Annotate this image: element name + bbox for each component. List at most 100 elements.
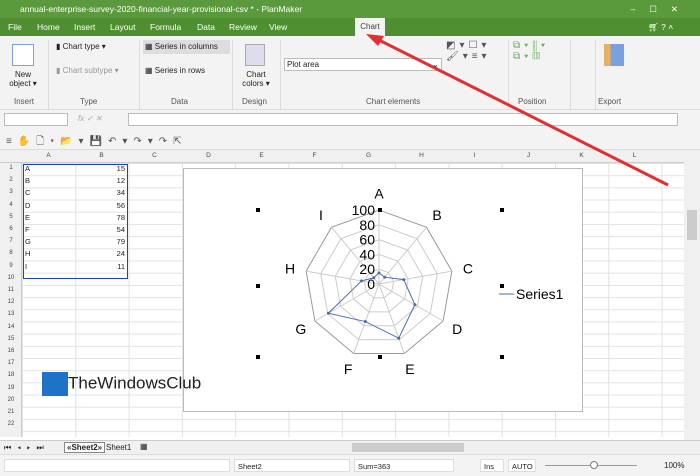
chart-type-button[interactable]: ▮ Chart type ▾ [56, 42, 106, 51]
chart-colors-icon [245, 44, 265, 66]
row-header[interactable]: 22 [0, 421, 22, 427]
formula-input[interactable] [128, 113, 678, 126]
sheet-nav-buttons[interactable]: ⏮◂▸⏭ [4, 443, 50, 453]
vertical-scrollbar[interactable] [684, 150, 700, 440]
status-auto[interactable]: AUTO [508, 459, 536, 472]
menu-formula[interactable]: Formula [150, 22, 181, 32]
data-point [363, 320, 367, 324]
tick-label: 20 [359, 261, 375, 277]
menu-layout[interactable]: Layout [110, 22, 136, 32]
row-header[interactable]: 3 [0, 189, 22, 195]
menu-file[interactable]: File [8, 22, 22, 32]
zoom-level[interactable]: 100% [664, 461, 684, 470]
col-header[interactable]: E [235, 152, 288, 159]
row-header[interactable]: 16 [0, 348, 22, 354]
toolbar-icons[interactable]: ≡✋🗋▾📂▾💾↶▾↷▾↷⇱ [6, 134, 188, 151]
row-header[interactable]: 2 [0, 177, 22, 183]
radar-chart[interactable]: A B C D E F G H I 0 20 40 60 80 100 Series1 [183, 168, 583, 412]
name-box[interactable] [4, 113, 68, 126]
chart-subtype-button[interactable]: ▮ Chart subtype ▾ [56, 66, 119, 75]
category-label: H [285, 260, 295, 276]
menu-bar: File Home Insert Layout Formula Data Rev… [0, 18, 700, 36]
ribbon-separator [280, 40, 281, 110]
sheet-tab-sheet2[interactable]: «Sheet2» [64, 442, 106, 453]
sheet-tab-sheet1[interactable]: Sheet1 [106, 443, 131, 452]
col-header[interactable]: L [608, 152, 661, 159]
export-icon[interactable] [604, 44, 624, 66]
col-header[interactable]: I [448, 152, 501, 159]
category-label: F [344, 361, 353, 377]
row-header[interactable]: 11 [0, 287, 22, 293]
col-header[interactable]: K [555, 152, 608, 159]
selected-range [23, 164, 128, 279]
row-header[interactable]: 20 [0, 397, 22, 403]
resize-handle[interactable] [500, 284, 504, 288]
category-label: D [452, 321, 462, 337]
category-label: A [374, 186, 384, 202]
ribbon-separator [232, 40, 233, 110]
row-header[interactable]: 1 [0, 165, 22, 171]
menu-data[interactable]: Data [197, 22, 215, 32]
zoom-slider-thumb[interactable] [590, 461, 598, 469]
position-icons[interactable]: ⧉▾⫼▾ ⧉▾▥ [513, 40, 549, 62]
new-object-button[interactable]: New object ▾ [6, 70, 40, 88]
resize-handle[interactable] [378, 208, 382, 212]
group-export: Export [598, 97, 622, 106]
chart-colors-button[interactable]: Chart colors ▾ [240, 70, 272, 88]
watermark-text: TheWindowsClub [68, 373, 202, 393]
col-header[interactable]: B [75, 152, 128, 159]
data-point [397, 336, 401, 340]
status-ins[interactable]: Ins [480, 459, 504, 472]
col-header[interactable]: D [182, 152, 235, 159]
resize-handle[interactable] [256, 284, 260, 288]
row-header[interactable]: 4 [0, 202, 22, 208]
formula-bar: fx ✓ ✕ [0, 110, 700, 130]
row-header[interactable]: 9 [0, 263, 22, 269]
data-point [383, 275, 387, 279]
menu-review[interactable]: Review [229, 22, 257, 32]
chart-element-select[interactable]: Plot area ⌄ [284, 58, 442, 71]
row-header[interactable]: 5 [0, 214, 22, 220]
row-header[interactable]: 15 [0, 336, 22, 342]
format-icons[interactable]: ◩▾☐▾ 🖌▾≡▾ [446, 40, 491, 62]
menu-home[interactable]: Home [37, 22, 60, 32]
col-header[interactable]: J [502, 152, 555, 159]
row-header[interactable]: 18 [0, 372, 22, 378]
row-header[interactable]: 6 [0, 226, 22, 232]
tab-chart[interactable]: Chart [355, 18, 385, 36]
resize-handle[interactable] [256, 355, 260, 359]
resize-handle[interactable] [256, 208, 260, 212]
menu-view[interactable]: View [269, 22, 287, 32]
tick-label: 80 [359, 217, 375, 233]
col-header[interactable]: G [342, 152, 395, 159]
add-sheet-icon[interactable]: ▦ [140, 442, 148, 451]
window-controls[interactable]: –☐✕ [631, 0, 692, 18]
series-in-columns-button[interactable]: ▦ Series in columns [143, 40, 230, 54]
row-header[interactable]: 17 [0, 360, 22, 366]
col-header[interactable]: C [128, 152, 181, 159]
horizontal-scrollbar[interactable] [352, 443, 464, 452]
row-header[interactable]: 10 [0, 275, 22, 281]
fx-icon[interactable]: fx ✓ ✕ [78, 114, 102, 123]
row-header[interactable]: 7 [0, 238, 22, 244]
col-header[interactable]: A [22, 152, 75, 159]
scroll-thumb[interactable] [687, 210, 697, 240]
data-point [360, 279, 364, 283]
row-header[interactable]: 21 [0, 409, 22, 415]
ribbon-separator [139, 40, 140, 110]
col-header[interactable]: F [288, 152, 341, 159]
series-in-rows-button[interactable]: ▦ Series in rows [145, 66, 205, 75]
title-bar: annual-enterprise-survey-2020-financial-… [0, 0, 700, 18]
row-header[interactable]: 19 [0, 385, 22, 391]
col-header[interactable]: H [395, 152, 448, 159]
row-header[interactable]: 8 [0, 250, 22, 256]
resize-handle[interactable] [500, 355, 504, 359]
category-label: B [432, 207, 441, 223]
cart-icon[interactable]: 🛒︎ ? ˄ [648, 22, 673, 33]
row-header[interactable]: 14 [0, 324, 22, 330]
resize-handle[interactable] [500, 208, 504, 212]
row-header[interactable]: 12 [0, 299, 22, 305]
menu-insert[interactable]: Insert [74, 22, 95, 32]
row-header[interactable]: 13 [0, 311, 22, 317]
resize-handle[interactable] [378, 355, 382, 359]
